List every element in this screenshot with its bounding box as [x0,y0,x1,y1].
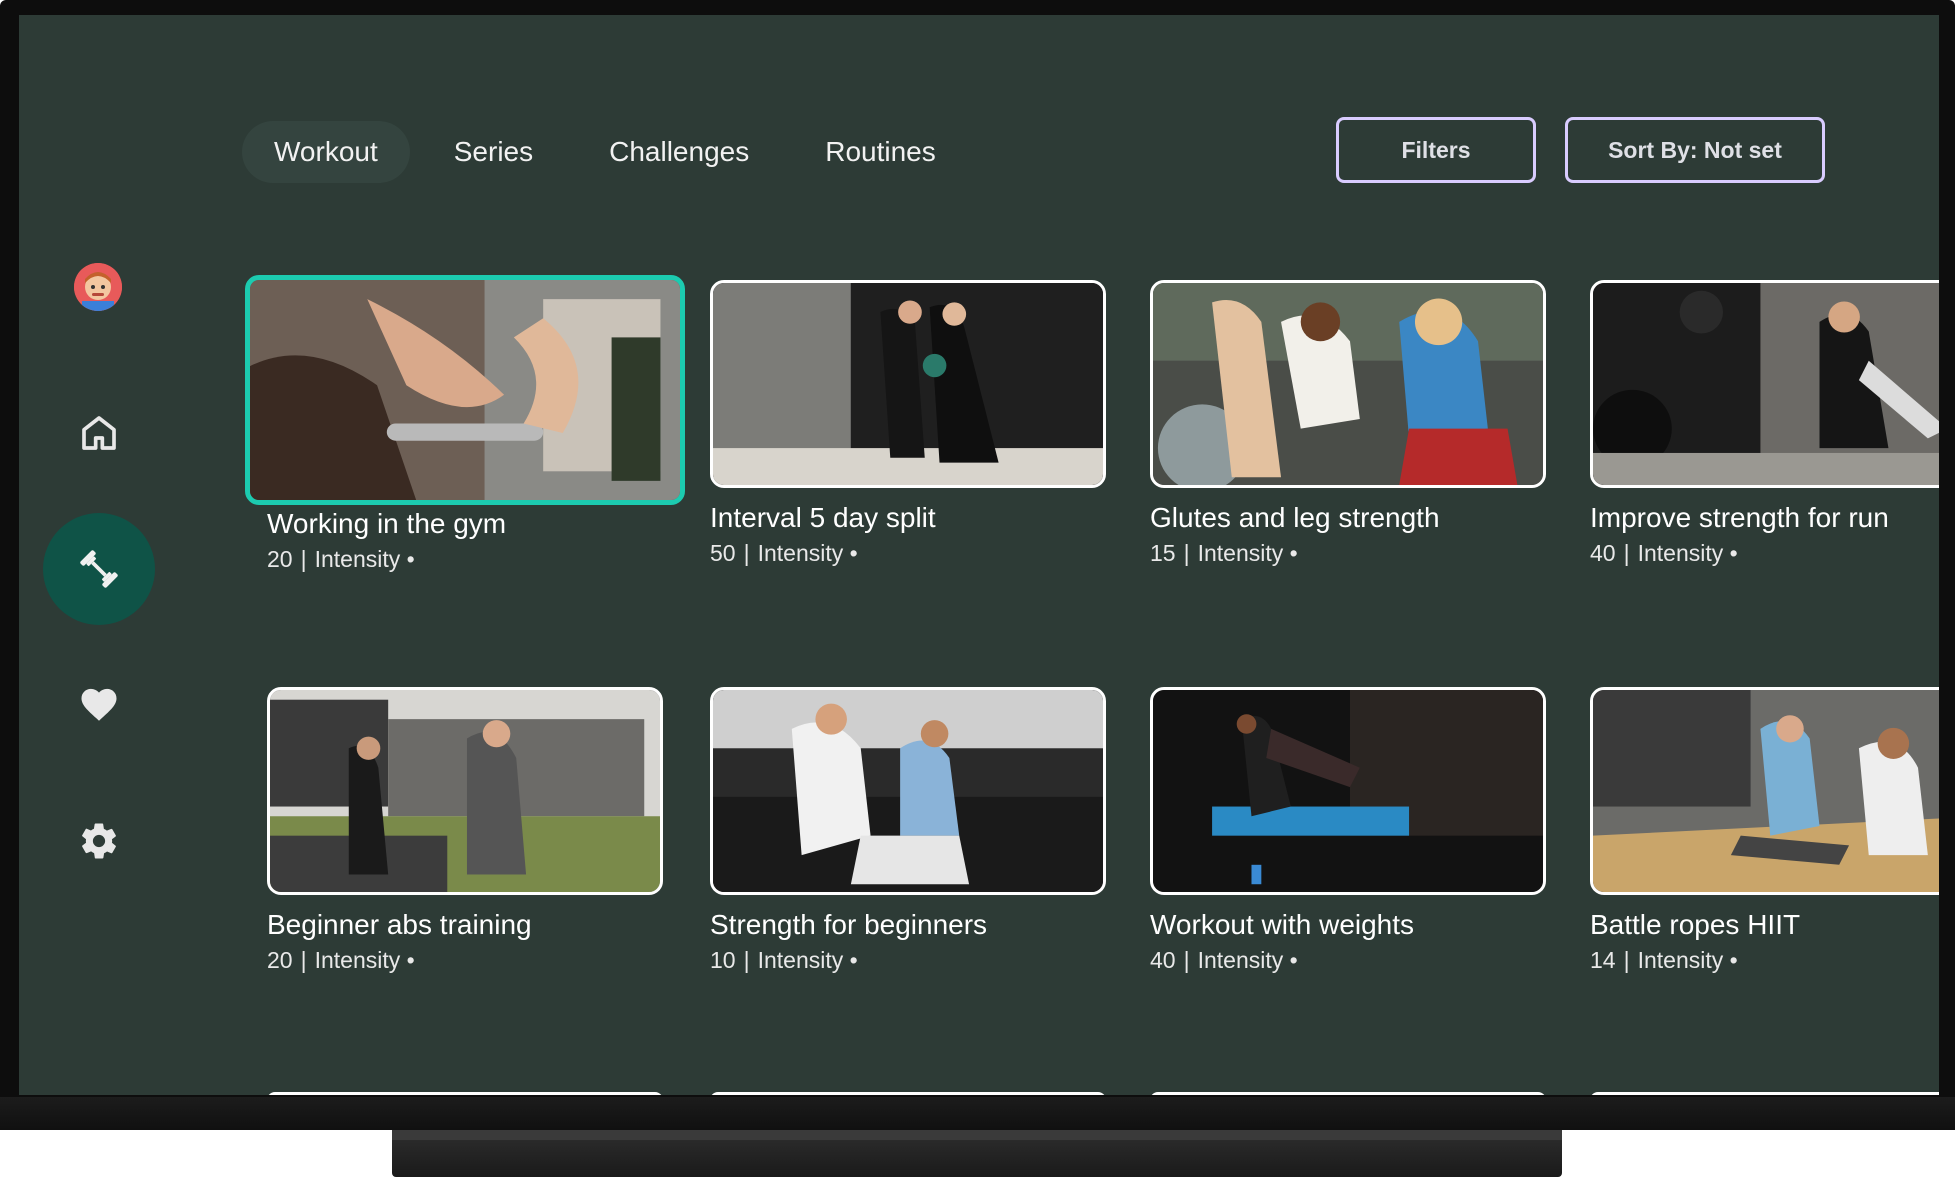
card-intensity: Intensity • [1637,947,1738,973]
heart-icon [81,688,117,721]
card-thumbnail [710,280,1106,488]
card-thumbnail [710,687,1106,895]
tv-stand-shadow [392,1130,1562,1140]
card-meta: 20 | Intensity • [267,546,415,572]
card-title: Working in the gym [267,508,507,539]
card-meta: 20 | Intensity • [267,947,415,973]
card-intensity: Intensity • [1197,540,1298,566]
gym-photo-image [713,690,1103,892]
card-intensity: Intensity • [1637,540,1738,566]
gym-photo-image [713,283,1103,485]
card-count: 10 [710,947,736,973]
card-title: Beginner abs training [267,909,532,940]
workout-card-peek[interactable] [1150,1092,1546,1095]
sidebar [19,15,179,1095]
card-count: 40 [1150,947,1176,973]
workout-card-peek[interactable] [710,1092,1106,1095]
card-intensity: Intensity • [757,947,858,973]
workout-card[interactable]: Interval 5 day split 50 | Intensity • [710,280,1106,567]
card-meta: 50 | Intensity • [710,540,858,566]
gym-photo-image [1153,690,1543,892]
card-title: Battle ropes HIIT [1590,909,1801,940]
card-count: 20 [267,546,293,572]
card-intensity: Intensity • [757,540,858,566]
card-title: Strength for beginners [710,909,988,940]
workout-card[interactable]: Improve strength for run 40 | Intensity • [1590,280,1939,567]
card-meta: 40 | Intensity • [1150,947,1298,973]
dumbbell-icon [80,550,118,588]
card-title: Interval 5 day split [710,502,936,533]
nav-settings[interactable] [43,785,155,897]
workout-card[interactable]: Workout with weights 40 | Intensity • [1150,687,1546,974]
gym-photo-image [250,280,680,500]
nav-workouts[interactable] [43,513,155,625]
nav-home[interactable] [43,377,155,489]
card-thumbnail [1590,280,1939,488]
tv-screen: Workout Series Challenges Routines Filte… [19,15,1939,1095]
gym-photo-image [270,690,660,892]
tv-bottom-frame [0,1097,1955,1130]
tab-challenges[interactable]: Challenges [577,121,781,183]
card-thumbnail [267,687,663,895]
card-intensity: Intensity • [1197,947,1298,973]
workout-card[interactable]: Strength for beginners 10 | Intensity • [710,687,1106,974]
card-meta: 15 | Intensity • [1150,540,1298,566]
tv-stand [392,1140,1562,1177]
gym-photo-image [1153,283,1543,485]
gym-photo-image [1593,690,1939,892]
card-title: Improve strength for run [1590,502,1889,533]
card-count: 40 [1590,540,1616,566]
card-title: Glutes and leg strength [1150,502,1440,533]
card-count: 14 [1590,947,1616,973]
workout-card-peek[interactable] [1590,1092,1939,1095]
card-count: 20 [267,947,293,973]
sort-button[interactable]: Sort By: Not set [1565,117,1825,183]
card-meta: 10 | Intensity • [710,947,858,973]
card-title: Workout with weights [1150,909,1415,940]
card-thumbnail [1150,687,1546,895]
card-count: 50 [710,540,736,566]
tab-workout[interactable]: Workout [242,121,410,183]
card-count: 15 [1150,540,1176,566]
workout-card-peek[interactable] [267,1092,663,1095]
card-meta: 14 | Intensity • [1590,947,1738,973]
nav-favorites[interactable] [43,649,155,761]
card-intensity: Intensity • [314,546,415,572]
gym-photo-image [1593,283,1939,485]
workout-card[interactable]: Working in the gym 20 | Intensity • [245,275,685,573]
tab-routines[interactable]: Routines [793,121,968,183]
card-thumbnail [245,275,685,505]
tab-series[interactable]: Series [422,121,565,183]
card-thumbnail [1590,687,1939,895]
workout-card[interactable]: Battle ropes HIIT 14 | Intensity • [1590,687,1939,974]
card-meta: 40 | Intensity • [1590,540,1738,566]
avatar[interactable] [74,263,122,311]
avatar-icon [74,263,122,311]
category-tabs: Workout Series Challenges Routines [242,121,968,183]
home-icon [82,416,116,450]
gear-icon [82,823,116,859]
workout-card[interactable]: Beginner abs training 20 | Intensity • [267,687,663,974]
card-intensity: Intensity • [314,947,415,973]
card-thumbnail [1150,280,1546,488]
workout-card[interactable]: Glutes and leg strength 15 | Intensity • [1150,280,1546,567]
filters-button[interactable]: Filters [1336,117,1536,183]
